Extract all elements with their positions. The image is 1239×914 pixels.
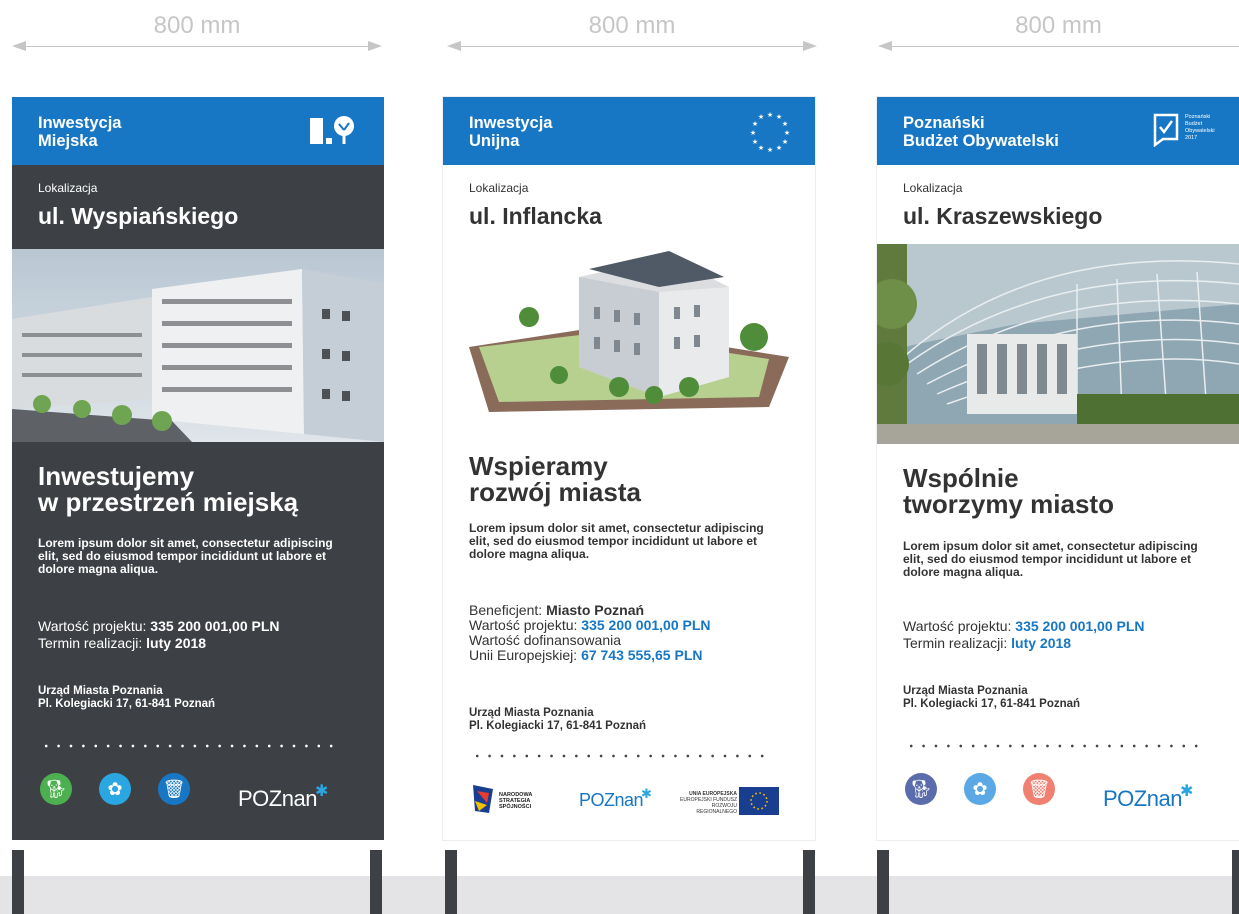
completion-term: luty 2018 <box>146 635 207 651</box>
project-value-row: Wartość projektu: 335 200 001,00 PLN <box>903 618 1145 634</box>
svg-text:★: ★ <box>782 120 788 128</box>
location-label: Lokalizacja <box>38 181 98 195</box>
ground <box>0 876 1239 914</box>
cofinance-label: Wartość dofinansowania <box>469 632 622 648</box>
description-text: Lorem ipsum dolor sit amet, consectetur … <box>469 521 764 561</box>
palm-house-photo <box>877 244 1239 444</box>
post <box>1232 850 1239 914</box>
eu-stars-icon: ★ ★★★ ★★★★ ★★★★ <box>750 111 790 154</box>
dimension-indicator-2: 800 mm <box>447 8 817 51</box>
dotted-divider <box>905 744 1205 748</box>
description-text: Lorem ipsum dolor sit amet, consectetur … <box>38 536 333 576</box>
svg-text:★: ★ <box>752 138 758 146</box>
post <box>803 850 815 914</box>
svg-text:★: ★ <box>782 138 788 146</box>
project-value: 335 200 001,00 PLN <box>150 618 280 634</box>
office-name: Urząd Miasta Poznania <box>38 685 163 697</box>
project-value: 335 200 001,00 PLN <box>1015 618 1145 634</box>
cohesion-strategy-logo: NARODOWA STRATEGIA SPÓJNOŚCI <box>471 783 561 817</box>
checkbox-icon <box>1153 113 1179 147</box>
building-rendering <box>469 251 789 412</box>
tulip-icon: ✿ <box>99 773 131 805</box>
svg-text:★: ★ <box>767 146 773 154</box>
headline-line-1: Inwestujemy <box>38 461 195 491</box>
header-line-1: Poznański <box>903 114 985 132</box>
completion-term-row: Termin realizacji: luty 2018 <box>903 635 1072 651</box>
headline-line-2: rozwój miasta <box>469 477 641 507</box>
project-value: 335 200 001,00 PLN <box>581 617 711 633</box>
sign-header: Poznański Budżet Obywatelski Poznański Bud… <box>877 97 1239 165</box>
svg-text:★: ★ <box>784 129 790 137</box>
dimension-indicator-1: 800 mm <box>12 8 382 51</box>
sign-header: Inwestycja Miejska <box>12 97 384 165</box>
svg-text:★: ★ <box>776 144 782 152</box>
city-tree-logo-icon <box>310 116 354 144</box>
header-line-1: Inwestycja <box>469 114 553 132</box>
location-label: Lokalizacja <box>469 181 529 195</box>
sign-eu-investment: Inwestycja Unijna ★ ★ ★ ★ ★ ★ ★ ★ ★ ★ ★ ★ Lokaliza… <box>443 97 815 840</box>
poznan-logo: POZnan✱ <box>579 786 652 810</box>
office-name: Urząd Miasta Poznania <box>903 685 1028 697</box>
location-label: Lokalizacja <box>903 181 963 195</box>
sign-header: Inwestycja Unijna ★ ★ ★ ★ ★ ★ ★ ★ ★ ★ ★ ★ <box>443 97 815 165</box>
location-street: ul. Inflancka <box>469 203 602 229</box>
eu-flag-icon <box>739 787 779 815</box>
sign-citizens-budget: Poznański Budżet Obywatelski Poznański Bud… <box>877 97 1239 840</box>
office-address: Pl. Kolegiacki 17, 61-841 Poznań <box>469 720 647 732</box>
headline-line-2: w przestrzeń miejską <box>38 487 299 517</box>
dotted-divider <box>40 744 340 748</box>
poznan-logo: POZnan✱ <box>1103 783 1193 811</box>
location-street: ul. Wyspiańskiego <box>38 203 239 229</box>
sign-city-investment: Inwestycja Miejska Lokalizacja ul. Wyspia… <box>12 97 384 840</box>
svg-text:★: ★ <box>758 113 764 121</box>
post <box>877 850 889 914</box>
dimension-label: 800 mm <box>153 12 241 39</box>
post <box>12 850 24 914</box>
header-line-2: Miejska <box>38 132 98 150</box>
trash-bin-icon: 🗑︎ <box>158 773 190 805</box>
poznan-logo: POZnan✱ <box>238 783 328 811</box>
trash-bin-icon: 🗑︎ <box>1023 773 1055 805</box>
headline-line-1: Wspólnie <box>903 463 1019 493</box>
dimension-label: 800 mm <box>588 12 676 39</box>
headline-line-1: Wspieramy <box>469 451 608 481</box>
header-line-2: Unijna <box>469 132 520 150</box>
cohesion-flag-icon <box>473 785 493 813</box>
headline-line-2: tworzymy miasto <box>903 489 1114 519</box>
beneficiary: Miasto Poznań <box>546 602 645 618</box>
dotted-divider <box>471 754 771 758</box>
beneficiary-row: Beneficjent: Miasto Poznań <box>469 602 645 618</box>
post <box>370 850 382 914</box>
office-address: Pl. Kolegiacki 17, 61-841 Poznań <box>38 698 216 710</box>
svg-text:★: ★ <box>752 120 758 128</box>
completion-term-row: Termin realizacji: luty 2018 <box>38 635 207 651</box>
tulip-icon: ✿ <box>964 773 996 805</box>
office-name: Urząd Miasta Poznania <box>469 707 594 719</box>
dimension-label: 800 mm <box>1015 12 1102 39</box>
citizens-budget-badge: Poznański Budżet Obywatelski 2017 <box>1153 111 1239 151</box>
svg-text:★: ★ <box>767 111 773 119</box>
cofinance-row: Unii Europejskiej: 67 743 555,65 PLN <box>469 647 703 663</box>
dog-icon: 🐕︎ <box>40 773 72 805</box>
post <box>445 850 457 914</box>
header-line-1: Inwestycja <box>38 114 122 132</box>
project-value-row: Wartość projektu: 335 200 001,00 PLN <box>38 618 280 634</box>
completion-term: luty 2018 <box>1011 635 1072 651</box>
dog-icon: 🐕︎ <box>905 773 937 805</box>
project-value-row: Wartość projektu: 335 200 001,00 PLN <box>469 617 711 633</box>
svg-text:★: ★ <box>750 129 756 137</box>
dimension-indicator-3: 800 mm <box>878 8 1239 51</box>
location-street: ul. Kraszewskiego <box>903 203 1103 229</box>
header-line-2: Budżet Obywatelski <box>903 132 1059 150</box>
office-address: Pl. Kolegiacki 17, 61-841 Poznań <box>903 698 1081 710</box>
description-text: Lorem ipsum dolor sit amet, consectetur … <box>903 539 1198 579</box>
eu-regional-fund-logo: UNIA EUROPEJSKA EUROPEJSKI FUNDUSZ ROZWOJU… <box>675 787 785 819</box>
building-photo <box>12 249 384 442</box>
cofinance-value: 67 743 555,65 PLN <box>581 647 703 663</box>
svg-text:★: ★ <box>758 144 764 152</box>
